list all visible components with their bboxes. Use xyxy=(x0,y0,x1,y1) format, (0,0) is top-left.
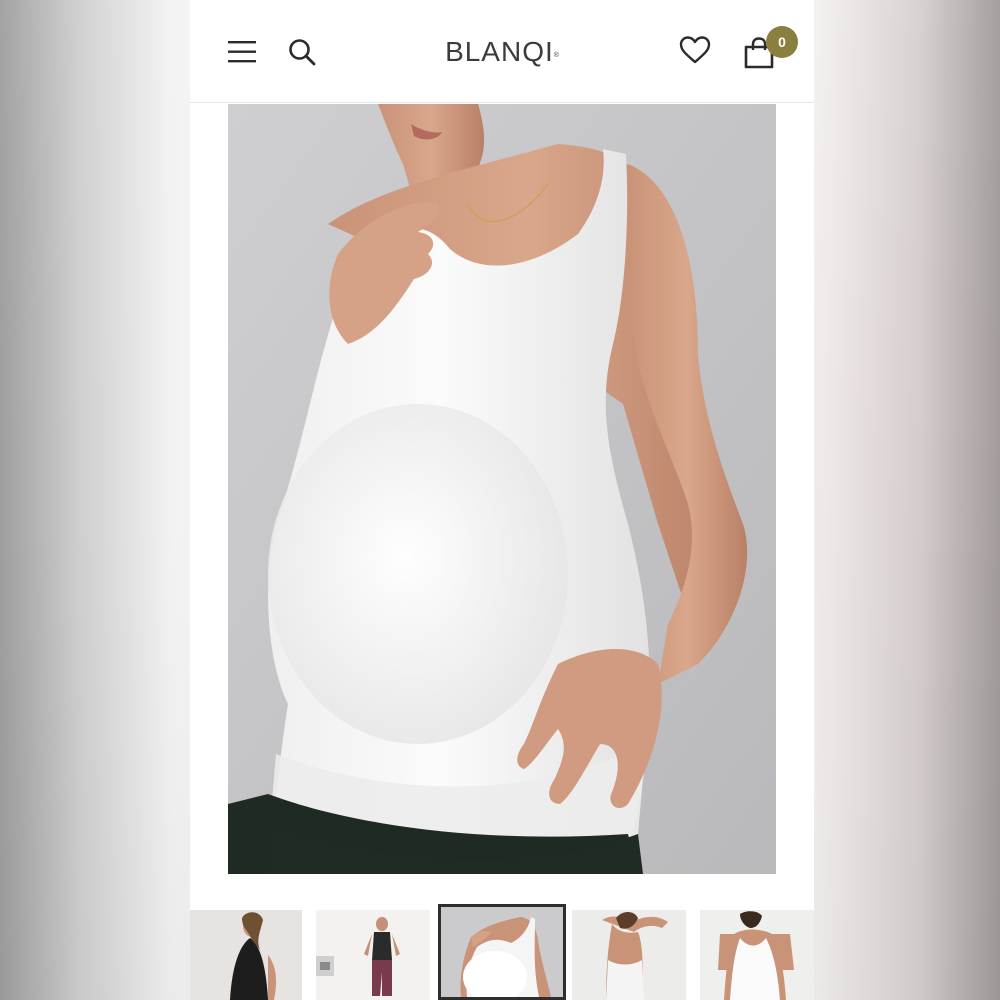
screenshot-frame: BLANQI® 0 xyxy=(0,0,1000,1000)
thumbnail-model-white-tank-front[interactable] xyxy=(438,904,566,1000)
logo-text: BLANQI xyxy=(445,36,554,67)
site-header: BLANQI® 0 xyxy=(190,0,814,103)
thumbnail-model-black-tank-full[interactable] xyxy=(316,910,430,1000)
hamburger-menu-icon[interactable] xyxy=(226,38,258,66)
product-main-image[interactable] xyxy=(228,104,776,874)
cart-count-badge[interactable]: 0 xyxy=(766,26,798,58)
heart-icon[interactable] xyxy=(678,34,712,66)
thumbnail-strip xyxy=(190,904,814,1000)
thumbnail-model-black-tank-side[interactable] xyxy=(190,910,302,1000)
brand-logo[interactable]: BLANQI® xyxy=(402,34,602,70)
thumbnail-model-white-tank-back-2[interactable] xyxy=(700,910,814,1000)
registered-mark: ® xyxy=(553,52,559,59)
thumbnail-model-white-tank-back[interactable] xyxy=(572,910,686,1000)
blurred-background-right xyxy=(814,0,1000,1000)
pregnant-model-white-tank xyxy=(228,104,776,874)
product-page: BLANQI® 0 xyxy=(190,0,814,1000)
search-icon[interactable] xyxy=(286,36,318,68)
blurred-background-left xyxy=(0,0,190,1000)
